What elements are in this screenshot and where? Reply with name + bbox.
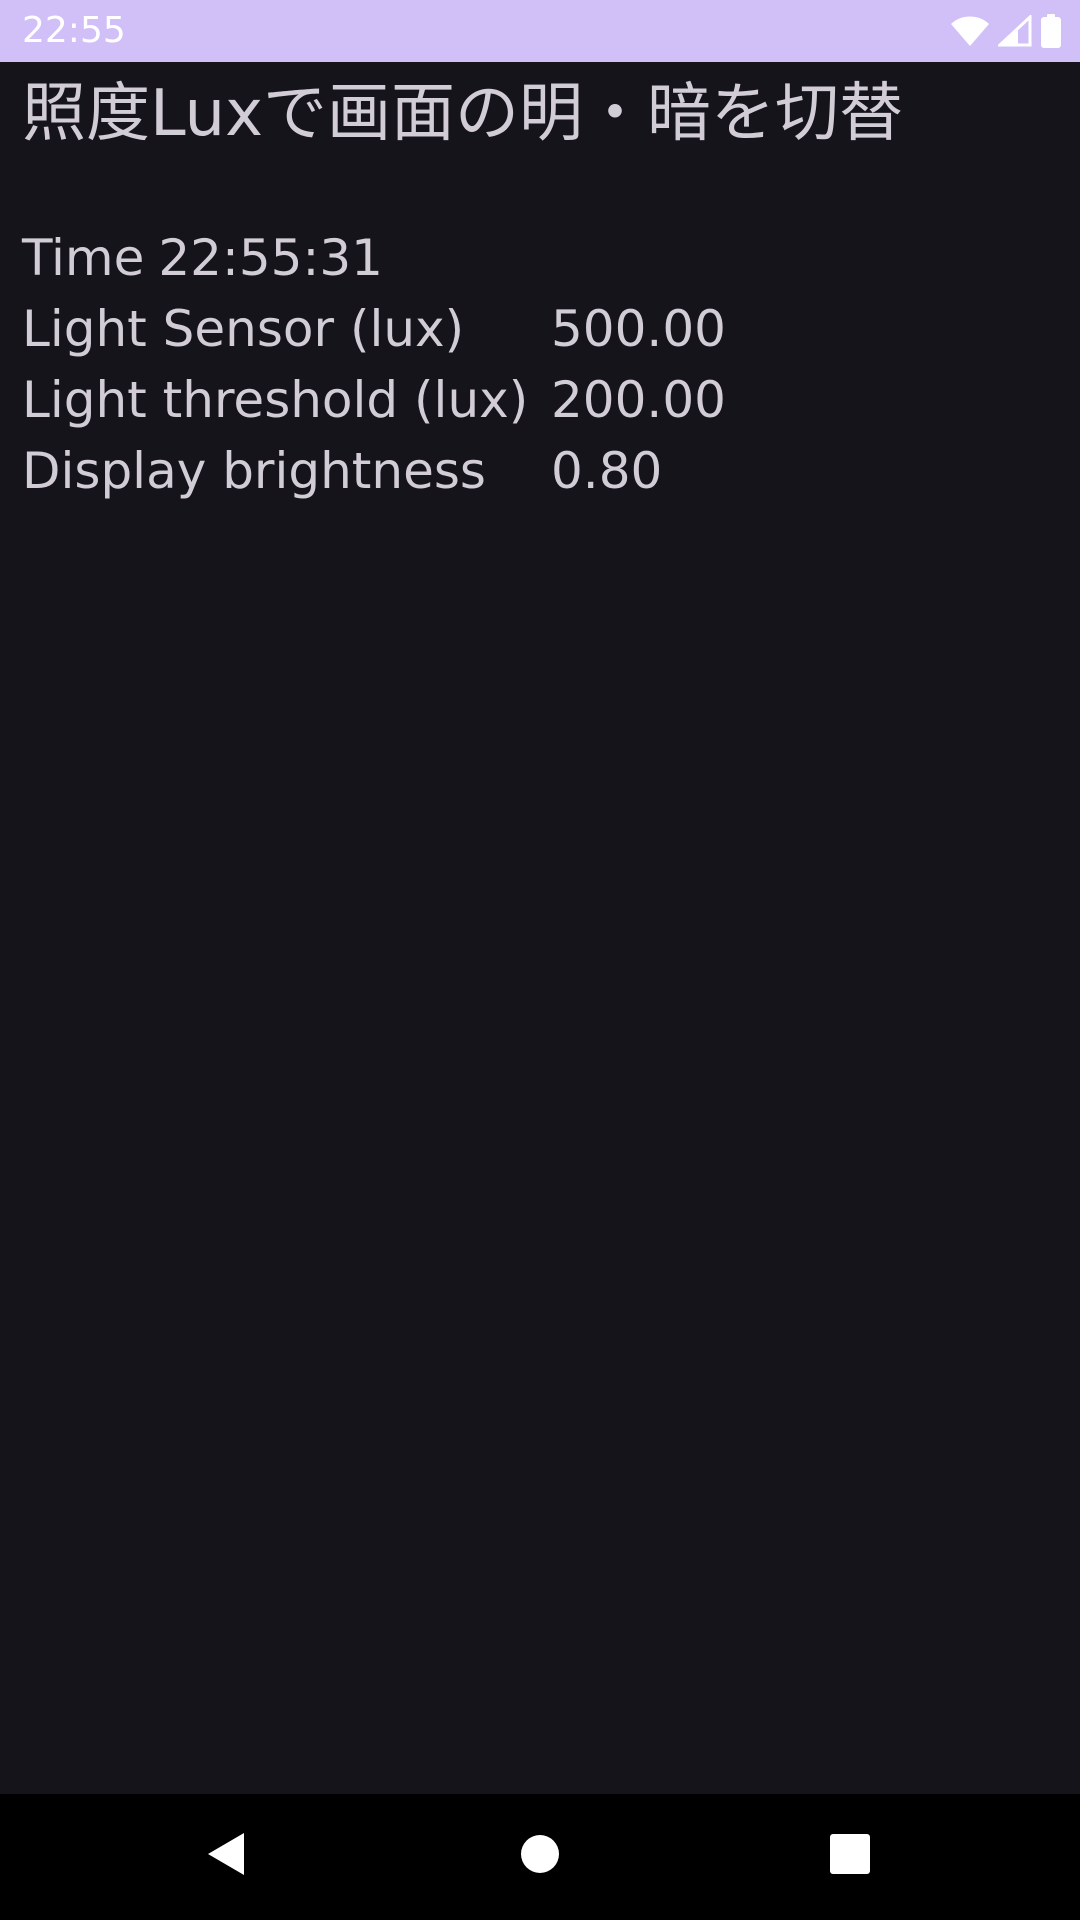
recents-button[interactable] [810, 1816, 890, 1896]
recents-icon [829, 1833, 871, 1879]
time-label: Time [22, 229, 145, 287]
reading-value: 500.00 [551, 300, 726, 358]
reading-label: Light Sensor (lux) [22, 300, 465, 358]
reading-row-display-brightness: Display brightness 0.80 [22, 439, 1062, 503]
page-title: 照度Luxで画面の明・暗を切替 [22, 77, 903, 151]
battery-icon [1040, 14, 1062, 48]
wifi-icon [950, 15, 990, 47]
reading-label: Light threshold (lux) [22, 371, 529, 429]
status-bar: 22:55 [0, 0, 1080, 62]
reading-label: Display brightness [22, 442, 486, 500]
signal-icon [998, 15, 1032, 47]
home-button[interactable] [500, 1816, 580, 1896]
reading-row-light-sensor: Light Sensor (lux) 500.00 [22, 297, 1062, 361]
time-readout: Time 22:55:31 [22, 226, 383, 290]
status-time: 22:55 [22, 10, 126, 51]
back-icon [204, 1830, 248, 1882]
home-icon [519, 1833, 561, 1879]
status-icons [950, 12, 1062, 50]
time-value: 22:55:31 [158, 229, 383, 287]
screen: 22:55 照度Luxで画面の明・暗を切替 Time 22:55:31 Ligh… [0, 0, 1080, 1920]
reading-value: 0.80 [551, 442, 663, 500]
reading-row-light-threshold: Light threshold (lux) 200.00 [22, 368, 1062, 432]
navigation-bar [0, 1794, 1080, 1920]
back-button[interactable] [186, 1816, 266, 1896]
reading-value: 200.00 [551, 371, 726, 429]
